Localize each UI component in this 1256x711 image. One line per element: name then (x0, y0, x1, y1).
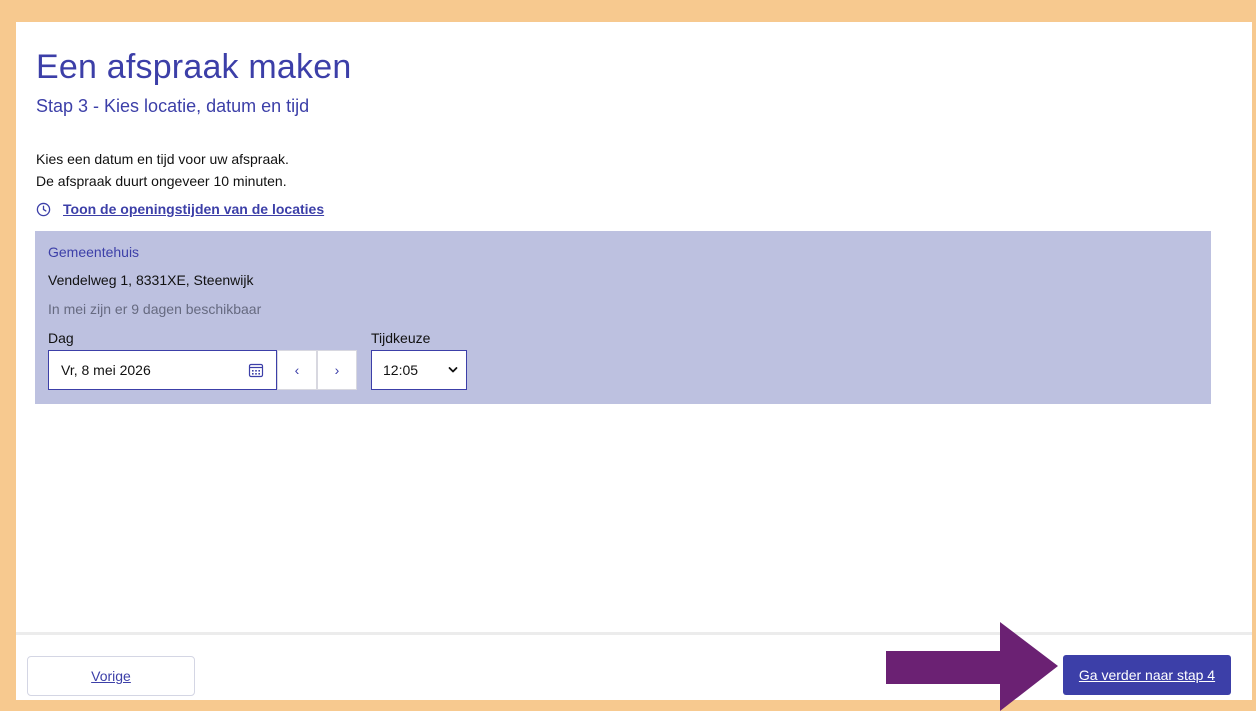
opening-hours-label: Toon de openingstijden van de locaties (63, 201, 325, 217)
date-nav-buttons: ‹ › (277, 350, 357, 390)
chevron-down-icon (448, 367, 458, 373)
arrow-right-icon (886, 622, 1058, 711)
footer-divider (16, 632, 1252, 635)
intro-line-2: De afspraak duurt ongeveer 10 minuten. (36, 173, 287, 189)
continue-button[interactable]: Ga verder naar stap 4 (1063, 655, 1231, 695)
intro-text: Kies een datum en tijd voor uw afspraak.… (36, 148, 289, 192)
intro-line-1: Kies een datum en tijd voor uw afspraak. (36, 151, 289, 167)
availability-text: In mei zijn er 9 dagen beschikbaar (48, 301, 262, 317)
previous-button[interactable]: Vorige (27, 656, 195, 696)
calendar-icon[interactable] (248, 362, 264, 378)
location-card: Gemeentehuis Vendelweg 1, 8331XE, Steenw… (35, 231, 1211, 404)
date-input[interactable]: Vr, 8 mei 2026 (48, 350, 277, 390)
page-title: Een afspraak maken (36, 48, 352, 86)
time-value: 12:05 (383, 362, 419, 378)
previous-day-button[interactable]: ‹ (277, 350, 317, 390)
location-address: Vendelweg 1, 8331XE, Steenwijk (48, 272, 254, 288)
next-day-button[interactable]: › (317, 350, 357, 390)
opening-hours-link[interactable]: Toon de openingstijden van de locaties (36, 201, 324, 217)
date-value: Vr, 8 mei 2026 (61, 362, 151, 378)
location-name: Gemeentehuis (48, 244, 140, 260)
time-label: Tijdkeuze (371, 330, 431, 346)
time-select[interactable]: 12:05 (371, 350, 467, 390)
clock-icon (36, 202, 51, 216)
day-label: Dag (48, 330, 74, 346)
step-subtitle: Stap 3 - Kies locatie, datum en tijd (36, 96, 310, 116)
